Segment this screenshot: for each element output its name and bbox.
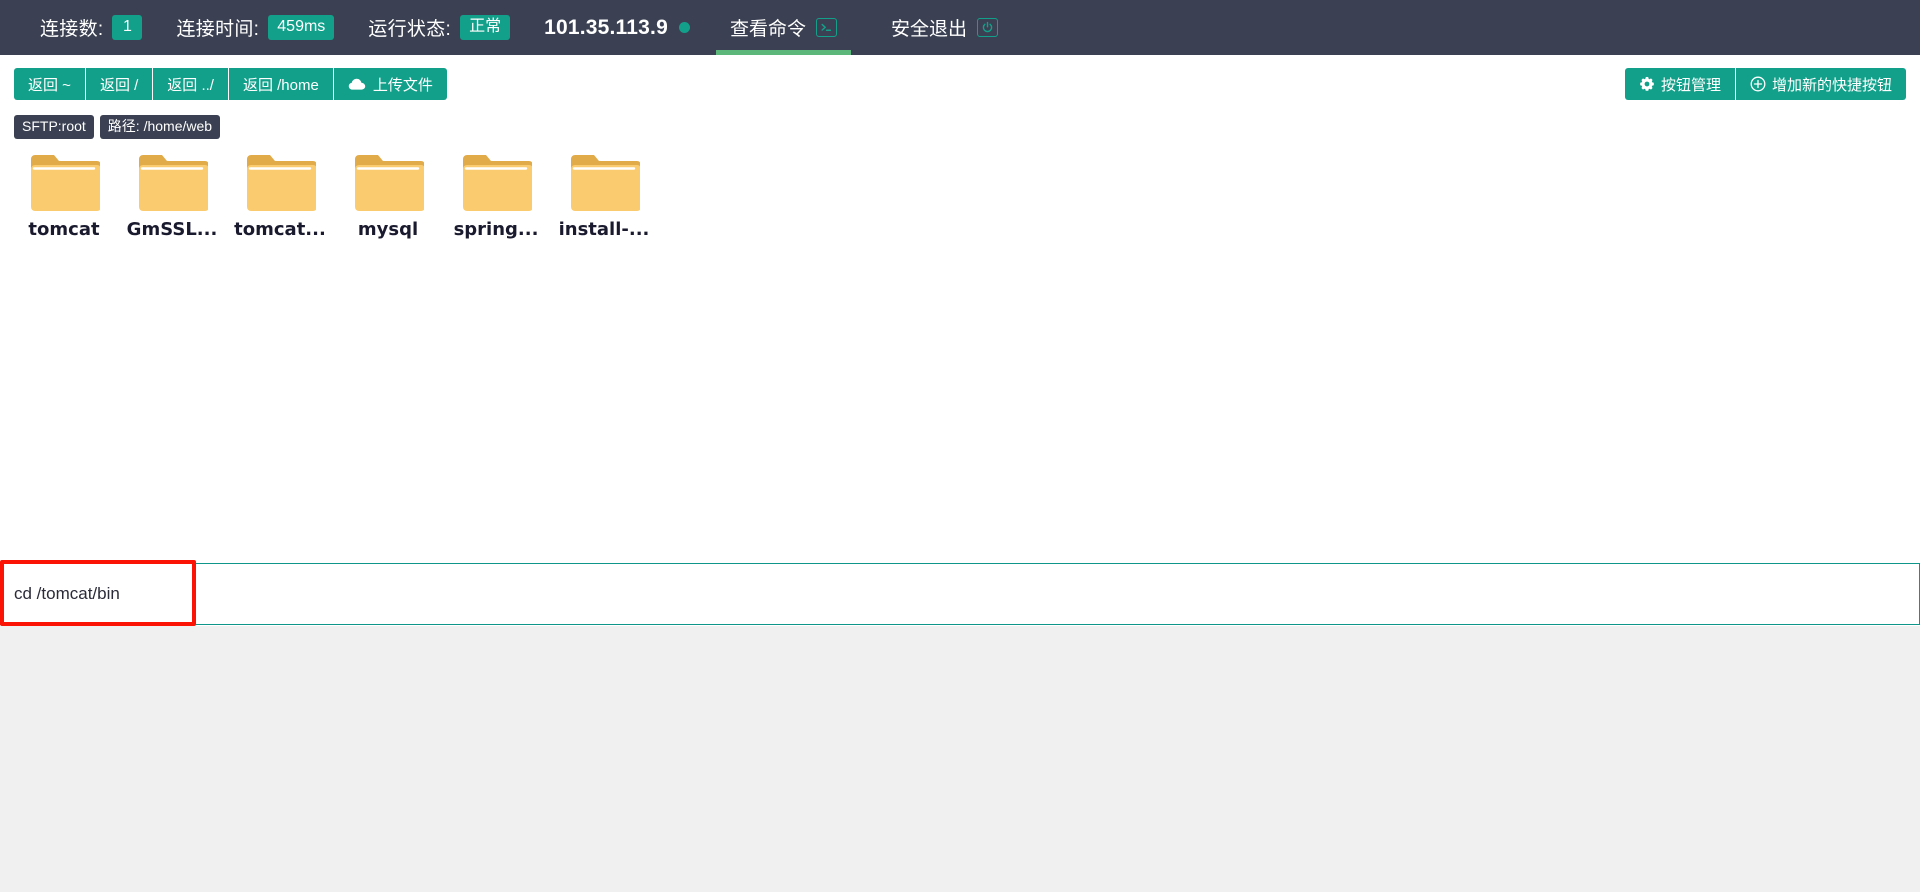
file-item-tomcat[interactable]: tomcat [10, 150, 118, 240]
button-management-group: 按钮管理 增加新的快捷按钮 [1624, 68, 1906, 100]
folder-icon [28, 150, 100, 212]
folder-icon [352, 150, 424, 212]
tab-view-commands-label: 查看命令 [729, 19, 806, 40]
file-item-label: install-... [558, 219, 650, 240]
folder-icon [136, 150, 208, 212]
power-icon [976, 18, 998, 37]
folder-icon [568, 150, 640, 212]
back-home-tilde-label: 返回 ~ [28, 76, 71, 94]
add-shortcut-button[interactable]: 增加新的快捷按钮 [1735, 68, 1906, 100]
connection-time-badge: 459ms [268, 15, 335, 40]
tab-safe-exit-label: 安全退出 [890, 19, 967, 40]
file-item-mysql[interactable]: mysql [334, 150, 442, 240]
terminal-icon [815, 18, 837, 37]
connection-time-group: 连接时间: 459ms [176, 0, 335, 55]
file-item-label: mysql [357, 219, 419, 240]
file-item-gmssl[interactable]: GmSSL... [118, 150, 226, 240]
connection-time-label: 连接时间: [176, 19, 260, 40]
tab-safe-exit[interactable]: 安全退出 [877, 0, 1012, 55]
upload-file-button[interactable]: 上传文件 [333, 68, 447, 100]
run-status-label: 运行状态: [368, 19, 452, 40]
button-management-label: 按钮管理 [1660, 76, 1721, 94]
back-parent-label: 返回 ../ [167, 76, 214, 94]
back-root-label: 返回 / [99, 76, 139, 94]
file-item-tomcat-2[interactable]: tomcat... [226, 150, 334, 240]
file-item-label: spring... [453, 219, 539, 240]
toolbar-row: 返回 ~ 返回 / 返回 ../ 返回 /home 上传文件 按钮管理 增加新的… [0, 55, 1920, 113]
connections-group: 连接数: 1 [40, 0, 143, 55]
back-root-button[interactable]: 返回 / [85, 68, 154, 100]
breadcrumb: SFTP:root 路径: /home/web [14, 115, 221, 139]
server-ip: 101.35.113.9 [544, 15, 668, 39]
file-item-label: tomcat... [234, 219, 326, 240]
current-path-chip: 路径: /home/web [99, 115, 221, 139]
online-status-dot [678, 22, 690, 33]
back-parent-button[interactable]: 返回 ../ [153, 68, 229, 100]
run-status-group: 运行状态: 正常 [368, 0, 511, 55]
file-grid: tomcat GmSSL... tomcat... mysql spring..… [10, 150, 658, 240]
back-home-dir-label: 返回 /home [242, 76, 319, 94]
current-path-label: 路径: [107, 118, 140, 134]
connections-label: 连接数: [40, 19, 104, 40]
command-input[interactable] [0, 573, 616, 615]
run-status-badge: 正常 [460, 15, 511, 40]
current-path-value: /home/web [143, 118, 213, 134]
button-management-button[interactable]: 按钮管理 [1624, 68, 1736, 100]
sftp-user-chip: SFTP:root [14, 115, 94, 139]
tab-view-commands[interactable]: 查看命令 [715, 0, 851, 55]
back-home-tilde-button[interactable]: 返回 ~ [14, 68, 86, 100]
server-ip-group: 101.35.113.9 [544, 0, 690, 55]
file-item-label: GmSSL... [126, 219, 218, 240]
command-bar [0, 563, 1920, 625]
file-item-spring[interactable]: spring... [442, 150, 550, 240]
cloud-upload-icon [348, 77, 367, 91]
navigation-button-group: 返回 ~ 返回 / 返回 ../ 返回 /home 上传文件 [14, 68, 447, 100]
connections-badge: 1 [112, 15, 143, 40]
upload-file-label: 上传文件 [372, 76, 433, 94]
add-shortcut-label: 增加新的快捷按钮 [1771, 76, 1892, 94]
back-home-dir-button[interactable]: 返回 /home [228, 68, 334, 100]
gear-icon [1639, 76, 1655, 92]
terminal-output-area [0, 626, 1920, 892]
file-item-install[interactable]: install-... [550, 150, 658, 240]
folder-icon [244, 150, 316, 212]
folder-icon [460, 150, 532, 212]
plus-circle-icon [1750, 76, 1766, 92]
file-item-label: tomcat [28, 219, 100, 240]
top-status-bar: 连接数: 1 连接时间: 459ms 运行状态: 正常 101.35.113.9… [0, 0, 1920, 55]
